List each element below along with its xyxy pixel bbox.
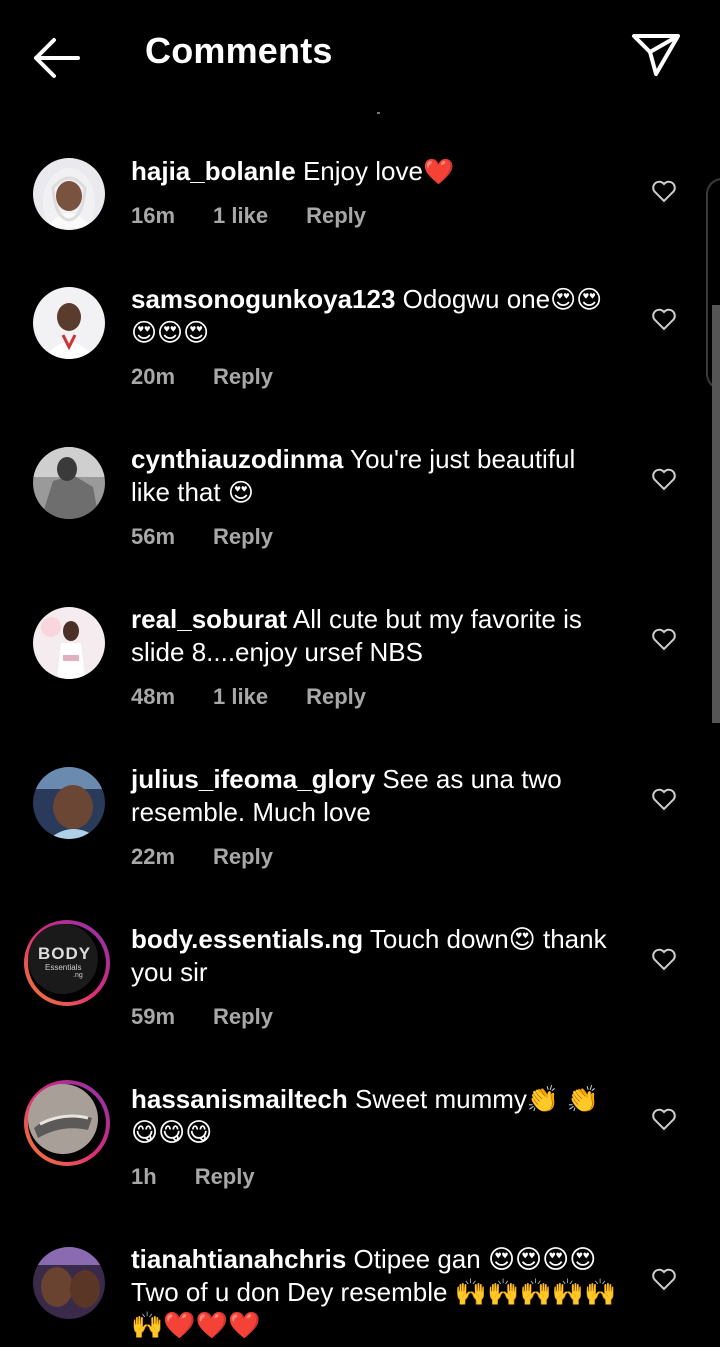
- heart-icon[interactable]: [651, 307, 677, 331]
- comment-text: hassanismailtech Sweet mummy👏 👏 😋😋😋: [131, 1083, 621, 1149]
- comment-emoji: ❤️: [422, 157, 455, 186]
- scrollbar[interactable]: [712, 305, 720, 723]
- reply-button[interactable]: Reply: [213, 364, 273, 389]
- comment-username[interactable]: hassanismailtech: [131, 1084, 348, 1114]
- send-icon[interactable]: [630, 30, 682, 78]
- comment-text: hajia_bolanle Enjoy love❤️: [131, 155, 621, 188]
- comment-username[interactable]: samsonogunkoya123: [131, 284, 395, 314]
- comment-meta: 1h Reply: [131, 1164, 293, 1190]
- comment-likes[interactable]: 1 like: [213, 684, 268, 709]
- reply-button[interactable]: Reply: [195, 1164, 255, 1189]
- comment-likes[interactable]: 1 like: [213, 203, 268, 228]
- logo-line-1: BODY: [38, 944, 92, 963]
- heart-icon[interactable]: [651, 787, 677, 811]
- heart-icon[interactable]: [651, 1267, 677, 1291]
- comment-body: Odogwu one: [402, 284, 551, 314]
- comment-meta: 20m Reply: [131, 364, 311, 390]
- logo-line-2: Essentials: [45, 963, 82, 972]
- logo-line-3: .ng: [73, 972, 83, 979]
- comment-username[interactable]: hajia_bolanle: [131, 156, 296, 186]
- reply-button[interactable]: Reply: [306, 684, 366, 709]
- avatar[interactable]: [33, 1247, 105, 1319]
- heart-icon[interactable]: [651, 467, 677, 491]
- comment-meta: 56m Reply: [131, 524, 311, 550]
- comment-time: 59m: [131, 1004, 176, 1029]
- heart-icon[interactable]: [651, 627, 677, 651]
- comment-body: Enjoy love: [302, 156, 423, 186]
- comment-text: body.essentials.ng Touch down😍 thank you…: [131, 923, 621, 989]
- avatar-logo: BODY Essentials .ng: [28, 924, 98, 994]
- comment-username[interactable]: body.essentials.ng: [131, 924, 363, 954]
- comment-time: 20m: [131, 364, 176, 389]
- comment-username[interactable]: julius_ifeoma_glory: [131, 764, 375, 794]
- comment-time: 22m: [131, 844, 176, 869]
- avatar[interactable]: [33, 287, 105, 359]
- comment-time: 1h: [131, 1164, 157, 1189]
- comment-meta: 16m 1 like Reply: [131, 203, 404, 229]
- avatar[interactable]: [33, 607, 105, 679]
- heart-icon[interactable]: [651, 179, 677, 203]
- comment-text: samsonogunkoya123 Odogwu one😍😍😍😍😍: [131, 283, 621, 349]
- page-title: Comments: [145, 30, 333, 71]
- comment-username[interactable]: real_soburat: [131, 604, 287, 634]
- avatar[interactable]: BODY Essentials .ng: [24, 920, 110, 1006]
- comment-meta: 59m Reply: [131, 1004, 311, 1030]
- comment-username[interactable]: tianahtianahchris: [131, 1244, 346, 1274]
- reply-button[interactable]: Reply: [213, 844, 273, 869]
- top-bar: Comments: [0, 0, 720, 110]
- avatar[interactable]: [33, 447, 105, 519]
- comment-text: julius_ifeoma_glory See as una two resem…: [131, 763, 621, 829]
- avatar[interactable]: [24, 1080, 110, 1166]
- avatar-photo: [28, 1084, 98, 1154]
- comment-emoji: 😍: [227, 478, 254, 507]
- avatar[interactable]: [33, 158, 105, 230]
- comment-meta: 48m 1 like Reply: [131, 684, 404, 710]
- comment-text: cynthiauzodinma You're just beautiful li…: [131, 443, 621, 509]
- comment-time: 16m: [131, 203, 176, 228]
- comment-text: tianahtianahchris Otipee gan 😍😍😍😍Two of …: [131, 1243, 621, 1342]
- back-arrow-icon[interactable]: [30, 36, 82, 80]
- reply-button[interactable]: Reply: [306, 203, 366, 228]
- divider-dot: [377, 112, 380, 114]
- heart-icon[interactable]: [651, 947, 677, 971]
- reply-button[interactable]: Reply: [213, 524, 273, 549]
- comment-username[interactable]: cynthiauzodinma: [131, 444, 343, 474]
- avatar[interactable]: [33, 767, 105, 839]
- comment-time: 48m: [131, 684, 176, 709]
- comment-time: 56m: [131, 524, 176, 549]
- comment-meta: 22m Reply: [131, 844, 311, 870]
- comment-text: real_soburat All cute but my favorite is…: [131, 603, 621, 669]
- reply-button[interactable]: Reply: [213, 1004, 273, 1029]
- heart-icon[interactable]: [651, 1107, 677, 1131]
